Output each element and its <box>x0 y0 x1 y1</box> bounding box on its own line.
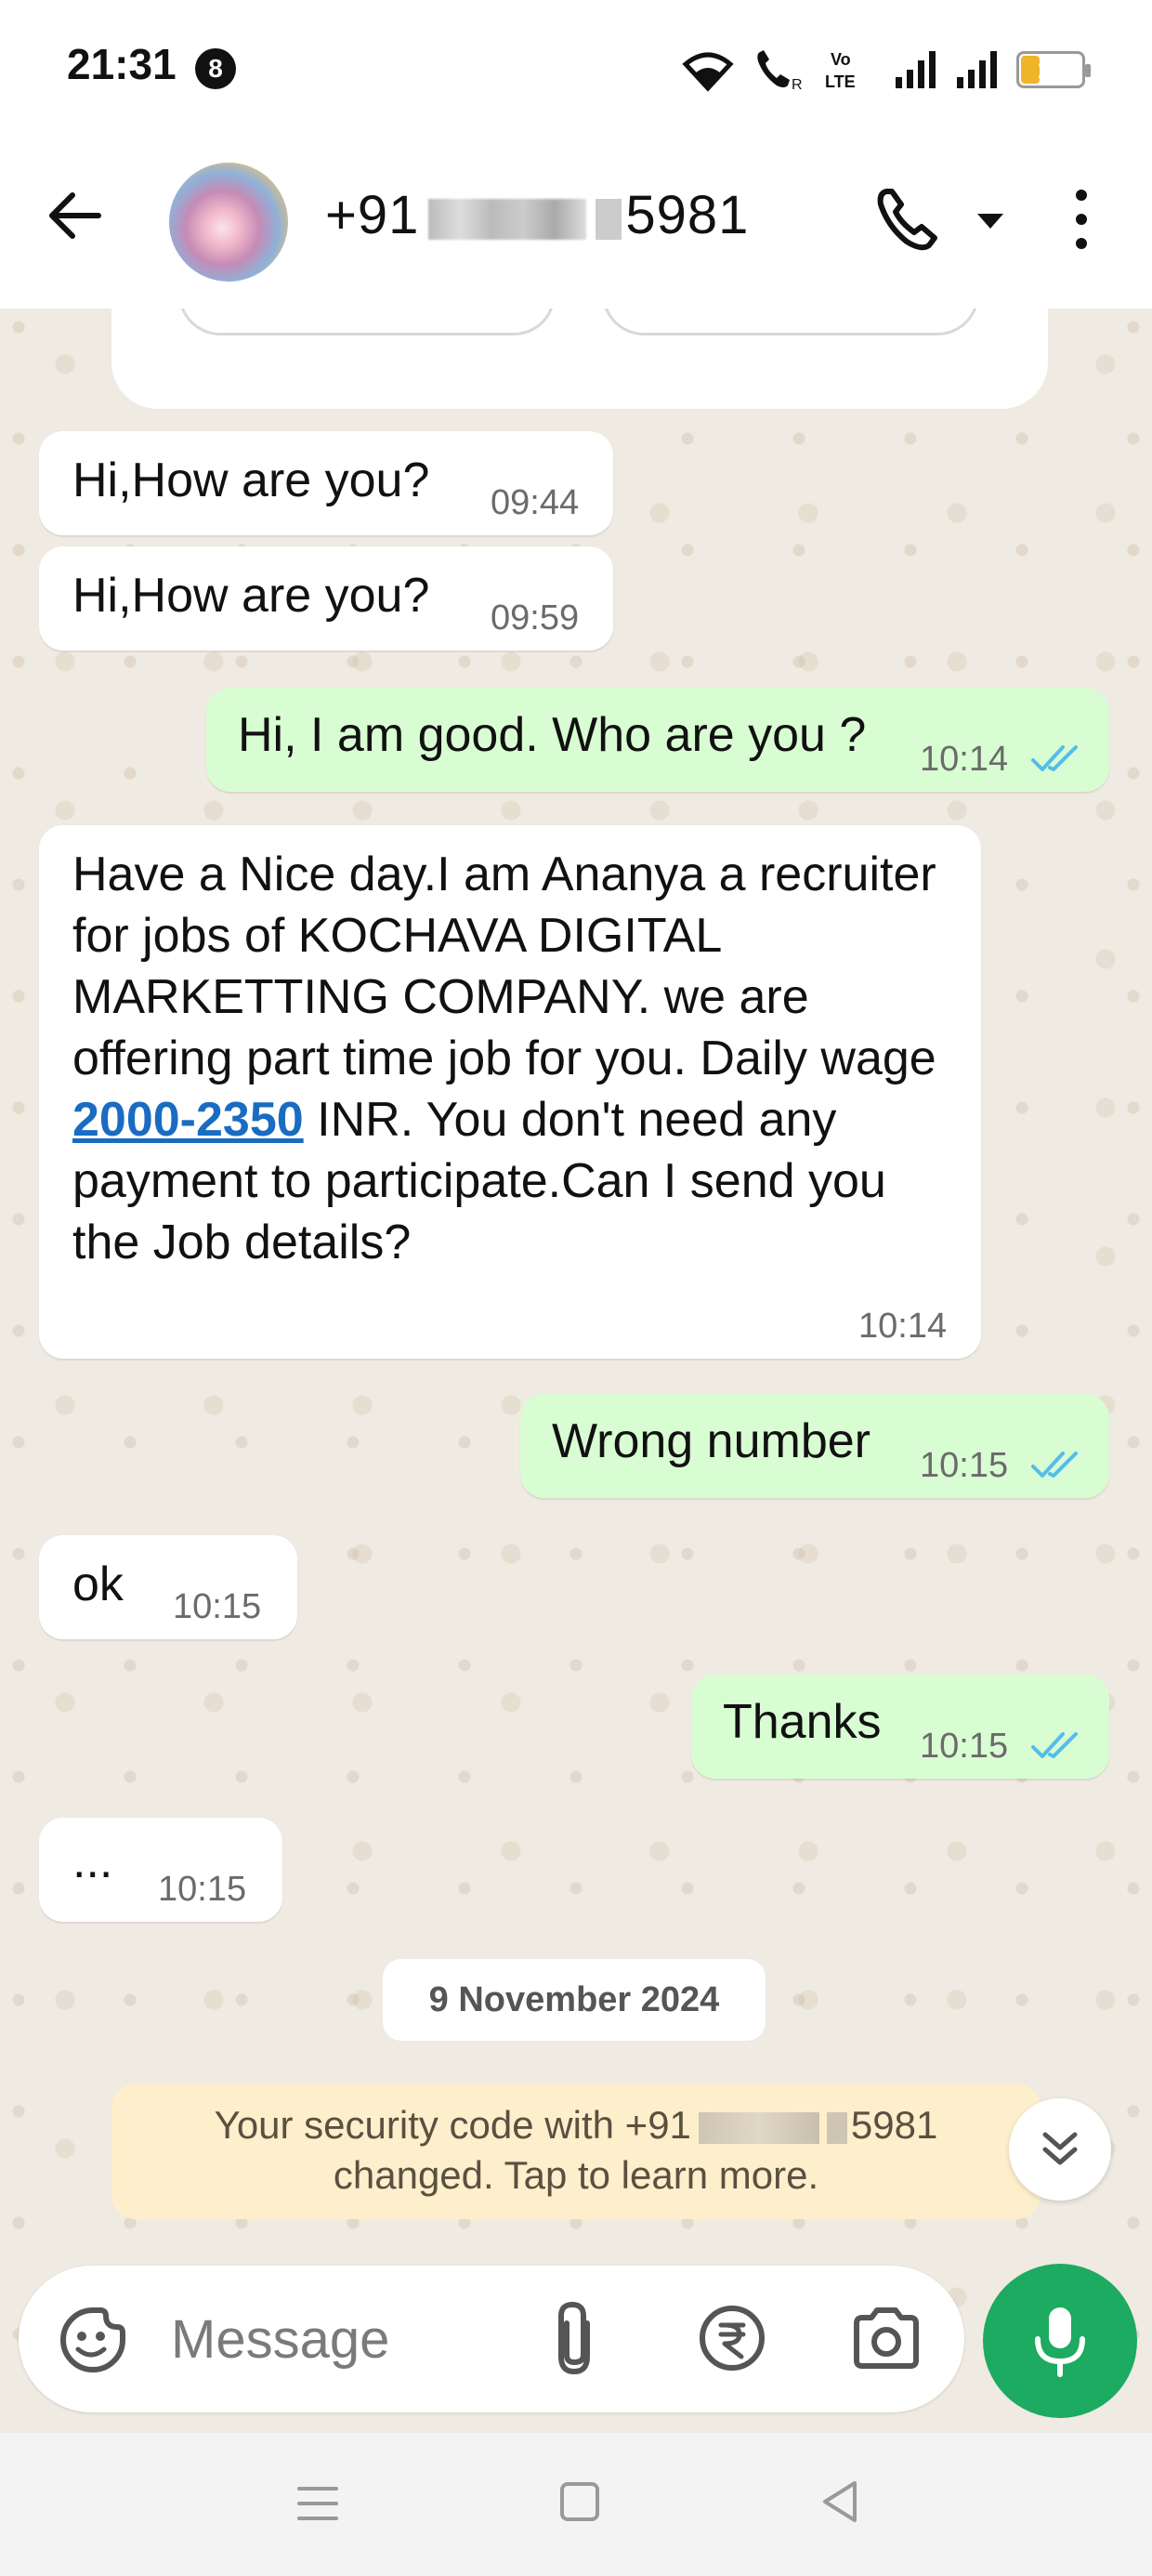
dropdown-icon <box>977 214 1003 229</box>
phone-icon <box>877 189 937 251</box>
wifi-calling-icon: R <box>757 50 803 93</box>
message-text: Have a Nice day.I am Ananya a recruiter … <box>72 844 964 1273</box>
contact-suffix: 5981 <box>625 185 750 245</box>
incoming-message[interactable]: ok 10:15 <box>39 1535 297 1639</box>
incoming-message[interactable]: Have a Nice day.I am Ananya a recruiter … <box>39 825 981 1359</box>
rupee-payment-icon <box>700 2306 765 2371</box>
home-icon <box>560 2482 599 2521</box>
status-bar: 21:31 8 R Vo LTE 12 <box>0 0 1152 139</box>
redacted-number <box>698 2111 819 2144</box>
outgoing-message[interactable]: Thanks 10:15 <box>691 1675 1109 1779</box>
read-ticks-icon <box>1031 1732 1078 1758</box>
message-time: 10:15 <box>173 1587 262 1626</box>
battery-icon: 12 <box>1016 51 1091 88</box>
chat-area[interactable]: Hi,How are you? 09:44 Hi,How are you? 09… <box>0 309 1152 2433</box>
home-button[interactable] <box>557 2477 602 2530</box>
voice-message-button[interactable] <box>983 2264 1137 2418</box>
message-text: Hi, I am good. Who are you ? <box>238 708 867 762</box>
message-time: 10:15 <box>920 1727 1009 1766</box>
message-time: 10:14 <box>858 1307 948 1346</box>
security-notice-prefix: Your security code with +91 <box>214 2103 691 2147</box>
message-text: Thanks <box>723 1695 882 1749</box>
battery-level: 12 <box>1037 55 1065 84</box>
status-time: 21:31 <box>67 40 177 88</box>
camera-button[interactable] <box>851 2305 922 2375</box>
attach-icon <box>558 2301 590 2375</box>
wifi-icon <box>682 52 734 92</box>
more-options-button[interactable] <box>1065 184 1098 258</box>
message-time: 09:59 <box>491 598 580 637</box>
card-button[interactable] <box>178 309 556 335</box>
security-notice-line1: Your security code with +91 5981 <box>111 2100 1041 2150</box>
security-code-notice[interactable]: Your security code with +91 5981 changed.… <box>111 2083 1041 2219</box>
message-input[interactable] <box>169 2292 517 2386</box>
incoming-message[interactable]: Hi,How are you? 09:44 <box>39 431 613 535</box>
sticker-button[interactable] <box>58 2305 128 2379</box>
attach-button[interactable] <box>546 2299 602 2381</box>
camera-icon <box>854 2307 919 2369</box>
notification-count-badge: 8 <box>195 48 236 89</box>
chat-header: +91 5981 <box>0 139 1152 309</box>
back-button[interactable] <box>45 186 104 249</box>
recent-apps-button[interactable] <box>294 2479 342 2531</box>
system-navigation-bar <box>0 2433 1152 2576</box>
back-icon <box>823 2481 857 2522</box>
redacted-number <box>826 2111 847 2144</box>
sticker-emoji-icon <box>60 2307 125 2372</box>
message-time: 10:14 <box>920 740 1009 779</box>
voice-call-button[interactable] <box>873 184 944 258</box>
message-time: 10:15 <box>158 1870 247 1909</box>
message-text: Wrong number <box>552 1414 871 1468</box>
signal-icon <box>957 51 997 88</box>
payment-button[interactable] <box>697 2303 767 2377</box>
date-separator: 9 November 2024 <box>383 1959 766 2041</box>
svg-text:R: R <box>792 77 803 93</box>
recent-apps-icon <box>297 2487 338 2520</box>
previous-message-card <box>111 309 1048 409</box>
message-text: ok <box>72 1557 124 1611</box>
volte-icon: Vo LTE <box>825 50 856 91</box>
message-composer <box>19 2266 964 2412</box>
svg-text:Vo: Vo <box>831 50 851 69</box>
incoming-message[interactable]: Hi,How are you? 09:59 <box>39 546 613 651</box>
contact-name[interactable]: +91 5981 <box>325 184 749 246</box>
mic-icon <box>1035 2307 1085 2377</box>
outgoing-message[interactable]: Hi, I am good. Who are you ? 10:14 <box>206 688 1109 792</box>
scroll-to-bottom-button[interactable] <box>1009 2098 1111 2201</box>
read-ticks-icon <box>1031 745 1078 771</box>
card-button[interactable] <box>602 309 979 335</box>
nav-back-button[interactable] <box>818 2477 862 2530</box>
redacted-number <box>596 198 622 240</box>
redacted-number <box>428 198 587 240</box>
contact-prefix: +91 <box>325 185 420 245</box>
outgoing-message[interactable]: Wrong number 10:15 <box>520 1394 1109 1498</box>
more-vert-icon <box>1076 190 1087 249</box>
incoming-message[interactable]: ... 10:15 <box>39 1818 282 1922</box>
svg-text:LTE: LTE <box>825 72 856 91</box>
contact-avatar[interactable] <box>169 163 288 282</box>
message-text: ... <box>72 1834 113 1888</box>
back-arrow-icon <box>49 192 101 239</box>
read-ticks-icon <box>1031 1452 1078 1478</box>
call-options-button[interactable] <box>974 210 1007 236</box>
message-link[interactable]: 2000-2350 <box>72 1093 304 1147</box>
message-text-part: Have a Nice day.I am Ananya a recruiter … <box>72 848 936 1085</box>
status-icons: R Vo LTE 12 <box>680 37 1091 102</box>
message-text: Hi,How are you? <box>72 569 430 623</box>
security-notice-suffix: 5981 <box>850 2103 938 2147</box>
double-chevron-down-icon <box>1042 2132 1078 2165</box>
signal-icon <box>896 51 936 88</box>
message-time: 10:15 <box>920 1446 1009 1485</box>
message-time: 09:44 <box>491 483 580 522</box>
message-text: Hi,How are you? <box>72 453 430 507</box>
security-notice-line2: changed. Tap to learn more. <box>333 2153 819 2197</box>
